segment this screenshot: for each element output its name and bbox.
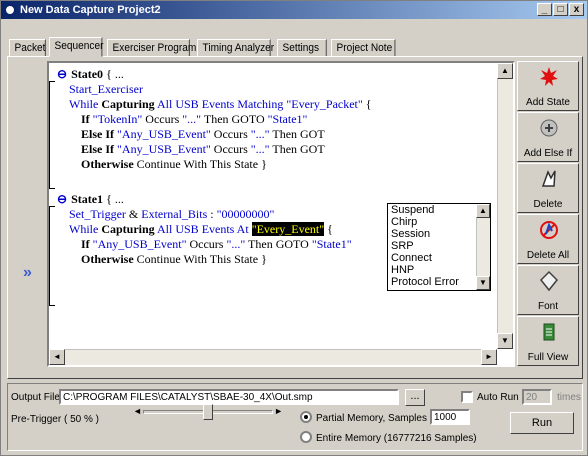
- delete-icon: [541, 170, 556, 187]
- state0-header[interactable]: ⊖ State0 { ...: [57, 67, 124, 81]
- title-bar: New Data Capture Project2 _ □ x: [1, 1, 587, 19]
- full-view-button[interactable]: Full View: [517, 316, 579, 366]
- delete-all-button[interactable]: Delete All: [517, 214, 579, 264]
- state1-otherwise-line[interactable]: Otherwise Continue With This State }: [81, 252, 267, 266]
- list-item[interactable]: HNP: [388, 264, 490, 276]
- state0-bracket: [49, 81, 55, 189]
- tab-sequencer[interactable]: Sequencer: [49, 37, 103, 57]
- list-item[interactable]: SRP: [388, 240, 490, 252]
- collapse-state0-icon[interactable]: ⊖: [57, 67, 67, 81]
- tab-exerciser-program[interactable]: Exerciser Program: [107, 39, 196, 57]
- dropdown-scroll-up-button[interactable]: ▲: [476, 204, 490, 218]
- list-item[interactable]: Connect: [388, 252, 490, 264]
- state1-while-line[interactable]: While Capturing All USB Events At "Every…: [69, 222, 333, 236]
- list-item[interactable]: Suspend: [388, 204, 490, 216]
- entire-memory-radio[interactable]: [300, 431, 312, 443]
- start-exerciser-line[interactable]: Start_Exerciser: [69, 82, 143, 96]
- tab-packet[interactable]: Packet: [9, 39, 46, 57]
- auto-run-checkbox[interactable]: [461, 391, 473, 403]
- starburst-icon: [540, 67, 558, 86]
- dropdown-scrollbar[interactable]: ▲ ▼: [476, 204, 490, 290]
- scroll-right-button[interactable]: ►: [481, 349, 497, 365]
- auto-run-unit-label: times: [557, 392, 581, 403]
- pretrigger-slider[interactable]: ◄ ►: [133, 402, 283, 422]
- window-title: New Data Capture Project2: [20, 4, 161, 16]
- slider-thumb[interactable]: [203, 404, 213, 420]
- state0-while-line[interactable]: While Capturing All USB Events Matching …: [69, 97, 372, 111]
- auto-run-count-field[interactable]: 20: [522, 389, 552, 405]
- list-item[interactable]: Protocol Error: [388, 276, 490, 286]
- samples-number-field[interactable]: 1000: [430, 409, 470, 425]
- tab-timing-analyzer[interactable]: Timing Analyzer: [197, 39, 274, 57]
- font-button[interactable]: Font: [517, 265, 579, 315]
- state0-else-if-line-1[interactable]: Else If "Any_USB_Event" Occurs "..." The…: [81, 127, 325, 141]
- state0-else-if-line-2[interactable]: Else If "Any_USB_Event" Occurs "..." The…: [81, 142, 325, 156]
- run-button[interactable]: Run: [510, 412, 574, 434]
- state0-otherwise-line[interactable]: Otherwise Continue With This State }: [81, 157, 267, 171]
- sequencer-toolbar: Add State Add Else If Delete Delete All …: [517, 61, 579, 367]
- delete-button[interactable]: Delete: [517, 163, 579, 213]
- partial-memory-radio[interactable]: [300, 411, 312, 423]
- current-state-arrow-icon: »: [23, 264, 32, 281]
- dropdown-scroll-down-button[interactable]: ▼: [476, 276, 490, 290]
- scroll-left-button[interactable]: ◄: [49, 349, 65, 365]
- list-item[interactable]: Session: [388, 228, 490, 240]
- event-dropdown-list[interactable]: Suspend Chirp Session SRP Connect HNP Pr…: [387, 203, 491, 291]
- partial-memory-label: Partial Memory, Samples No: [316, 413, 443, 424]
- scroll-up-button[interactable]: ▲: [497, 63, 513, 79]
- delete-all-icon: [540, 221, 558, 239]
- auto-run-label: Auto Run: [477, 392, 519, 403]
- main-window: New Data Capture Project2 _ □ x Packet S…: [0, 0, 588, 456]
- pretrigger-label: Pre-Trigger ( 50 % ): [11, 414, 99, 425]
- state1-header[interactable]: ⊖ State1 { ...: [57, 192, 124, 206]
- set-trigger-line[interactable]: Set_Trigger & External_Bits : "00000000": [69, 207, 274, 221]
- app-icon: [4, 4, 16, 16]
- selected-event-token[interactable]: "Every_Event": [251, 222, 325, 236]
- tab-bar: Packet Sequencer Exerciser Program Timin…: [9, 37, 401, 57]
- slider-left-icon[interactable]: ◄: [133, 406, 142, 416]
- editor-horizontal-scrollbar[interactable]: ◄ ►: [49, 349, 497, 365]
- slider-right-icon[interactable]: ►: [274, 406, 283, 416]
- add-else-if-icon: [540, 119, 558, 137]
- capture-options-panel: Output File C:\PROGRAM FILES\CATALYST\SB…: [7, 383, 583, 451]
- add-state-button[interactable]: Add State: [517, 61, 579, 111]
- collapse-state1-icon[interactable]: ⊖: [57, 192, 67, 206]
- list-item[interactable]: Chirp: [388, 216, 490, 228]
- editor-vertical-scrollbar[interactable]: ▲ ▼: [497, 63, 513, 349]
- close-button[interactable]: x: [569, 3, 584, 16]
- sequencer-editor[interactable]: ⊖ State0 { ... Start_Exerciser While Capt…: [47, 61, 515, 367]
- tab-settings[interactable]: Settings: [277, 39, 327, 57]
- state1-bracket: [49, 206, 55, 306]
- font-icon: [539, 270, 559, 292]
- minimize-button[interactable]: _: [537, 3, 552, 16]
- browse-button[interactable]: ...: [405, 389, 425, 406]
- state1-if-line[interactable]: If "Any_USB_Event" Occurs "..." Then GOT…: [81, 237, 352, 251]
- scroll-down-button[interactable]: ▼: [497, 333, 513, 349]
- tab-project-note[interactable]: Project Note: [331, 39, 396, 57]
- output-file-label: Output File: [11, 392, 60, 403]
- full-view-icon: [543, 323, 555, 341]
- entire-memory-label: Entire Memory (16777216 Samples): [316, 433, 477, 444]
- add-else-if-button[interactable]: Add Else If: [517, 112, 579, 162]
- state0-if-line[interactable]: If "TokenIn" Occurs "..." Then GOTO "Sta…: [81, 112, 307, 126]
- maximize-button[interactable]: □: [553, 3, 568, 16]
